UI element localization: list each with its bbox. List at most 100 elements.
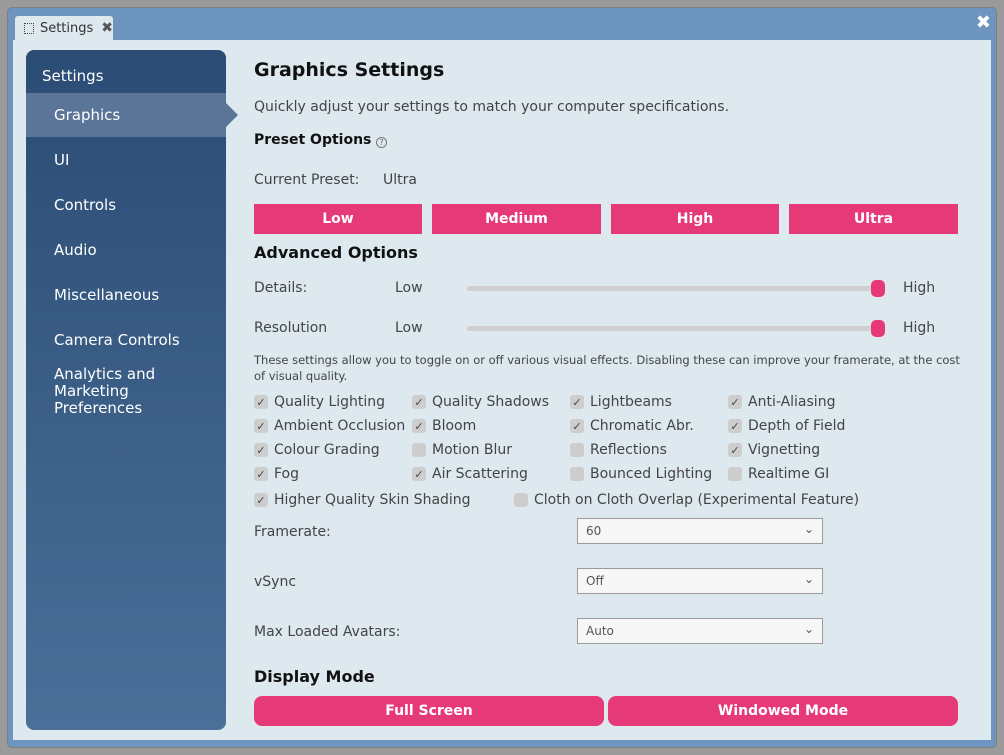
help-icon[interactable]: ? [376,137,387,148]
checkbox-cloth-on-cloth-overlap-experimental-feature[interactable]: Cloth on Cloth Overlap (Experimental Fea… [514,492,859,508]
tab-close-icon[interactable]: ✖ [101,20,113,36]
page-title: Graphics Settings [254,59,445,81]
checkmark-icon[interactable]: ✓ [570,395,584,409]
checkbox-higher-quality-skin-shading[interactable]: ✓ Higher Quality Skin Shading [254,492,471,508]
checkbox-label: Ambient Occlusion [274,418,406,434]
framerate-value: 60 [586,524,602,538]
windowed-mode-button[interactable]: Windowed Mode [608,696,958,726]
framerate-select[interactable]: 60 ⌄ [577,518,823,544]
checkmark-icon[interactable]: ✓ [412,419,426,433]
checkbox-label: Lightbeams [590,394,672,410]
sidebar: Settings Graphics UI Controls Audio Misc… [26,50,238,730]
checkbox-motion-blur[interactable]: Motion Blur [412,442,512,458]
details-slider-fill [467,286,878,291]
checkbox-depth-of-field[interactable]: ✓ Depth of Field [728,418,845,434]
checkmark-icon[interactable]: ✓ [728,395,742,409]
sidebar-item-label: Graphics [54,106,121,124]
checkmark-icon[interactable]: ✓ [728,443,742,457]
checkbox-bounced-lighting[interactable]: Bounced Lighting [570,466,712,482]
checkbox-colour-grading[interactable]: ✓ Colour Grading [254,442,380,458]
checkbox-empty-icon[interactable] [412,443,426,457]
current-preset-label: Current Preset: [254,172,360,188]
checkbox-realtime-gi[interactable]: Realtime GI [728,466,829,482]
max-avatars-value: Auto [586,624,614,638]
framerate-label: Framerate: [254,524,331,540]
tab-settings[interactable]: Settings ✖ [15,16,113,40]
checkbox-empty-icon[interactable] [514,493,528,507]
sidebar-item-label: Miscellaneous [54,286,160,304]
page-subtitle: Quickly adjust your settings to match yo… [254,99,730,115]
checkbox-label: Motion Blur [432,442,513,458]
sidebar-item-analytics[interactable]: Analytics and Marketing Preferences [26,360,216,417]
settings-window: Settings ✖ ✖ Settings Graphics UI Contro… [8,8,996,747]
chevron-down-icon: ⌄ [803,622,814,636]
checkbox-fog[interactable]: ✓ Fog [254,466,299,482]
resolution-slider[interactable] [467,320,885,337]
checkbox-label: Bloom [432,418,477,434]
chevron-down-icon: ⌄ [803,522,814,536]
checkmark-icon[interactable]: ✓ [570,419,584,433]
close-icon[interactable]: ✖ [976,12,991,33]
display-mode-title: Display Mode [254,667,375,686]
preset-ultra-button[interactable]: Ultra [789,204,958,234]
checkbox-label: Vignetting [748,442,821,458]
checkmark-icon[interactable]: ✓ [254,419,268,433]
checkmark-icon[interactable]: ✓ [412,467,426,481]
preset-low-button[interactable]: Low [254,204,422,234]
details-slider[interactable] [467,280,885,297]
max-avatars-label: Max Loaded Avatars: [254,624,401,640]
checkbox-air-scattering[interactable]: ✓ Air Scattering [412,466,528,482]
sidebar-item-label: UI [54,151,70,169]
checkbox-label: Chromatic Abr. [590,418,694,434]
vsync-select[interactable]: Off ⌄ [577,568,823,594]
preset-medium-button[interactable]: Medium [432,204,601,234]
checkbox-chromatic-abr[interactable]: ✓ Chromatic Abr. [570,418,694,434]
resolution-label: Resolution [254,320,328,336]
sidebar-item-ui[interactable]: UI [26,138,226,182]
advanced-options-title: Advanced Options [254,243,418,262]
current-preset-value: Ultra [383,172,417,188]
sidebar-item-controls[interactable]: Controls [26,183,226,227]
checkbox-label: Anti-Aliasing [748,394,836,410]
checkmark-icon[interactable]: ✓ [254,467,268,481]
checkbox-quality-shadows[interactable]: ✓ Quality Shadows [412,394,549,410]
checkbox-anti-aliasing[interactable]: ✓ Anti-Aliasing [728,394,835,410]
checkbox-label: Colour Grading [274,442,380,458]
effects-note: These settings allow you to toggle on or… [254,353,960,383]
sidebar-item-audio[interactable]: Audio [26,228,226,272]
sidebar-item-camera-controls[interactable]: Camera Controls [26,318,226,362]
max-avatars-select[interactable]: Auto ⌄ [577,618,823,644]
checkbox-vignetting[interactable]: ✓ Vignetting [728,442,820,458]
checkmark-icon[interactable]: ✓ [254,395,268,409]
checkmark-icon[interactable]: ✓ [254,443,268,457]
sidebar-item-graphics[interactable]: Graphics [26,93,238,137]
checkbox-empty-icon[interactable] [570,467,584,481]
checkmark-icon[interactable]: ✓ [254,493,268,507]
preset-options-title: Preset Options [254,132,372,148]
checkbox-label: Quality Lighting [274,394,386,410]
checkbox-ambient-occlusion[interactable]: ✓ Ambient Occlusion [254,418,405,434]
full-screen-button[interactable]: Full Screen [254,696,604,726]
checkbox-lightbeams[interactable]: ✓ Lightbeams [570,394,672,410]
tab-label: Settings [39,20,94,36]
checkbox-empty-icon[interactable] [570,443,584,457]
sidebar-item-label: Camera Controls [54,331,180,349]
sidebar-title: Settings [42,67,104,85]
checkbox-label: Fog [274,466,300,482]
sidebar-item-miscellaneous[interactable]: Miscellaneous [26,273,226,317]
checkbox-bloom[interactable]: ✓ Bloom [412,418,476,434]
details-slider-handle[interactable] [871,280,885,297]
resolution-low-label: Low [395,320,423,336]
checkbox-label: Bounced Lighting [590,466,713,482]
vsync-value: Off [586,574,604,588]
checkbox-empty-icon[interactable] [728,467,742,481]
details-high-label: High [903,280,936,296]
checkbox-quality-lighting[interactable]: ✓ Quality Lighting [254,394,385,410]
resolution-slider-handle[interactable] [871,320,885,337]
checkbox-reflections[interactable]: Reflections [570,442,667,458]
checkbox-label: Quality Shadows [432,394,550,410]
checkmark-icon[interactable]: ✓ [728,419,742,433]
checkbox-label: Depth of Field [748,418,846,434]
preset-high-button[interactable]: High [611,204,779,234]
checkmark-icon[interactable]: ✓ [412,395,426,409]
